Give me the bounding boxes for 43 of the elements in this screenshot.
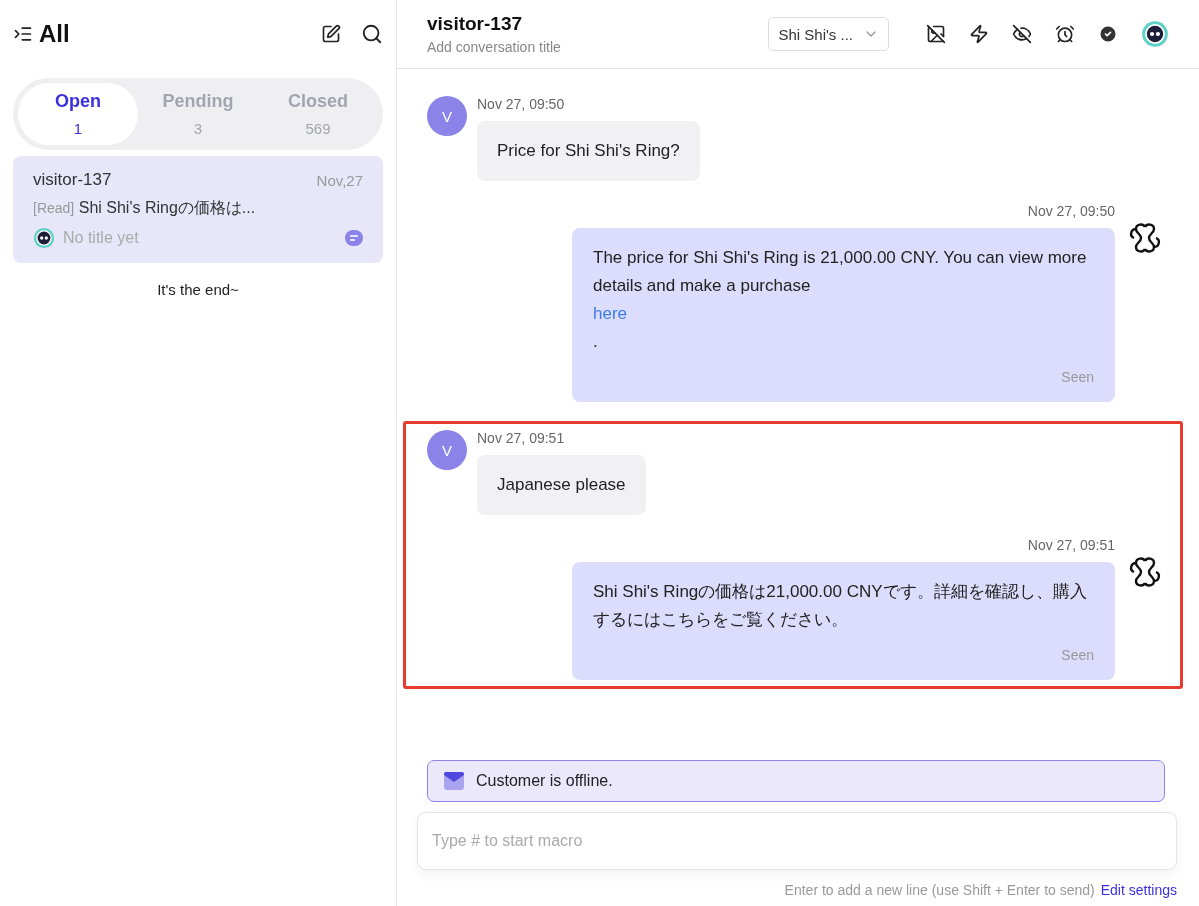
hint-text: Enter to add a new line (use Shift + Enter to send) <box>784 882 1095 898</box>
edit-settings-link[interactable]: Edit settings <box>1100 882 1177 898</box>
status-tab[interactable]: Open 1 <box>18 83 138 145</box>
conversation-name: visitor-137 <box>33 170 113 190</box>
conversation-preview: [Read] Shi Shi's Ringの価格は... <box>33 198 256 218</box>
message-time: Nov 27, 09:50 <box>477 96 565 112</box>
envelope-icon <box>444 772 464 790</box>
eye-off-icon[interactable] <box>1012 24 1032 44</box>
bot-avatar-icon <box>1141 20 1169 48</box>
visitor-avatar: V <box>427 430 467 470</box>
conversation-item[interactable]: visitor-137 Nov,27 [Read] Shi Shi's Ringの価格は... No title yet <box>13 156 383 263</box>
message-text: Shi Shi's Ringの価格は21,000.00 CNYです。詳細を確認し、購入するにはこちらをご覧ください。 <box>593 581 1088 631</box>
compose-button[interactable] <box>321 24 341 44</box>
menu-icon[interactable] <box>13 24 33 44</box>
message-text: . <box>593 331 599 353</box>
seen-status: Seen <box>1061 368 1094 386</box>
message-input[interactable]: Type # to start macro <box>417 812 1177 870</box>
conversation-date: Nov,27 <box>316 171 363 189</box>
visitor-avatar: V <box>427 96 467 136</box>
notice-text: Customer is offline. <box>476 772 613 790</box>
conversation-title: No title yet <box>63 229 140 247</box>
alarm-clock-icon[interactable] <box>1055 24 1075 44</box>
knot-logo-icon <box>1128 221 1162 255</box>
end-of-list-text: It's the end~ <box>156 281 240 298</box>
knot-logo-icon <box>1128 555 1162 589</box>
lightning-icon[interactable] <box>969 24 989 44</box>
inbox-title: All <box>39 20 71 48</box>
message-time: Nov 27, 09:51 <box>477 430 565 446</box>
add-title-link[interactable]: Add conversation title <box>427 39 769 55</box>
conversation-title: visitor-137 <box>427 13 524 35</box>
message-time: Nov 27, 09:51 <box>1027 537 1115 553</box>
message-text: Japanese please <box>497 474 626 496</box>
bot-avatar-icon <box>33 227 55 249</box>
image-off-icon[interactable] <box>926 24 946 44</box>
product-dropdown[interactable]: Shi Shi's ... <box>768 17 889 51</box>
message-text: The price for Shi Shi's Ring is 21,000.00 CNY. You can view more details and make a purchase <box>593 247 1088 297</box>
check-circle-icon[interactable] <box>1098 24 1118 44</box>
bot-avatar-button[interactable] <box>1141 20 1169 48</box>
seen-status: Seen <box>1061 646 1094 664</box>
message-time: Nov 27, 09:50 <box>1027 203 1115 219</box>
search-button[interactable] <box>361 23 383 45</box>
chat-bubble-icon <box>345 230 363 246</box>
message-text: Price for Shi Shi's Ring? <box>497 140 680 162</box>
